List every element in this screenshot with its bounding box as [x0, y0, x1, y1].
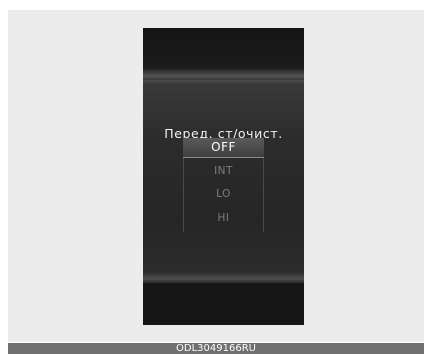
- display-bottom-band: [143, 283, 304, 325]
- option-off[interactable]: OFF: [183, 138, 264, 158]
- option-hi[interactable]: HI: [183, 209, 264, 227]
- wiper-mode-list: OFF INT LO HI: [183, 138, 264, 232]
- figure-code-bar: ODL3049166RU: [8, 343, 424, 354]
- figure-code: ODL3049166RU: [176, 343, 256, 354]
- cluster-display: Перед. ст/очист. OFF INT LO HI: [143, 28, 304, 325]
- top-highlight-line: [143, 68, 304, 84]
- option-lo[interactable]: LO: [183, 185, 264, 203]
- figure: Перед. ст/очист. OFF INT LO HI ODL304916…: [0, 0, 432, 354]
- option-int[interactable]: INT: [183, 162, 264, 180]
